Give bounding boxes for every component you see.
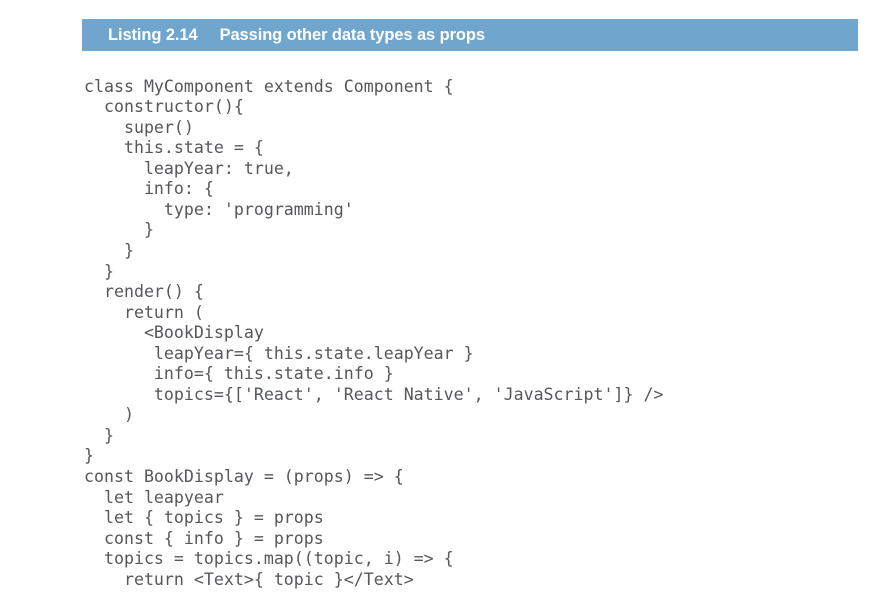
- listing-caption-bar: Listing 2.14 Passing other data types as…: [82, 19, 858, 51]
- code-line: leapYear={ this.state.leapYear }: [84, 343, 474, 363]
- code-line: const { info } = props: [84, 528, 324, 548]
- code-block: class MyComponent extends Component { co…: [84, 77, 874, 591]
- listing-number-label: Listing 2.14: [108, 25, 198, 44]
- code-line: let leapyear: [84, 487, 224, 507]
- code-line: constructor(){: [84, 97, 244, 117]
- code-line: topics = topics.map((topic, i) => {: [84, 549, 454, 569]
- code-line: }: [84, 446, 94, 466]
- code-line: type: 'programming': [84, 199, 354, 219]
- code-line: class MyComponent extends Component {: [84, 76, 454, 96]
- code-line: <BookDisplay: [84, 323, 264, 343]
- listing-title-label: Passing other data types as props: [219, 25, 485, 44]
- code-line: ): [84, 405, 134, 425]
- code-line: topics={['React', 'React Native', 'JavaS…: [84, 384, 664, 404]
- code-line: super(): [84, 117, 194, 137]
- code-line: return (: [84, 302, 204, 322]
- code-line: }: [84, 240, 134, 260]
- code-line: render() {: [84, 282, 204, 302]
- code-line: info: {: [84, 179, 214, 199]
- code-content: class MyComponent extends Component { co…: [84, 77, 874, 591]
- code-line: }: [84, 261, 114, 281]
- code-line: let { topics } = props: [84, 508, 324, 528]
- code-line: const BookDisplay = (props) => {: [84, 466, 404, 486]
- code-line: }: [84, 425, 114, 445]
- code-line: return <Text>{ topic }</Text>: [84, 569, 414, 589]
- code-listing-figure: Listing 2.14 Passing other data types as…: [0, 0, 886, 597]
- code-line: }: [84, 220, 154, 240]
- code-line: leapYear: true,: [84, 158, 294, 178]
- code-line: info={ this.state.info }: [84, 364, 394, 384]
- code-line: this.state = {: [84, 138, 264, 158]
